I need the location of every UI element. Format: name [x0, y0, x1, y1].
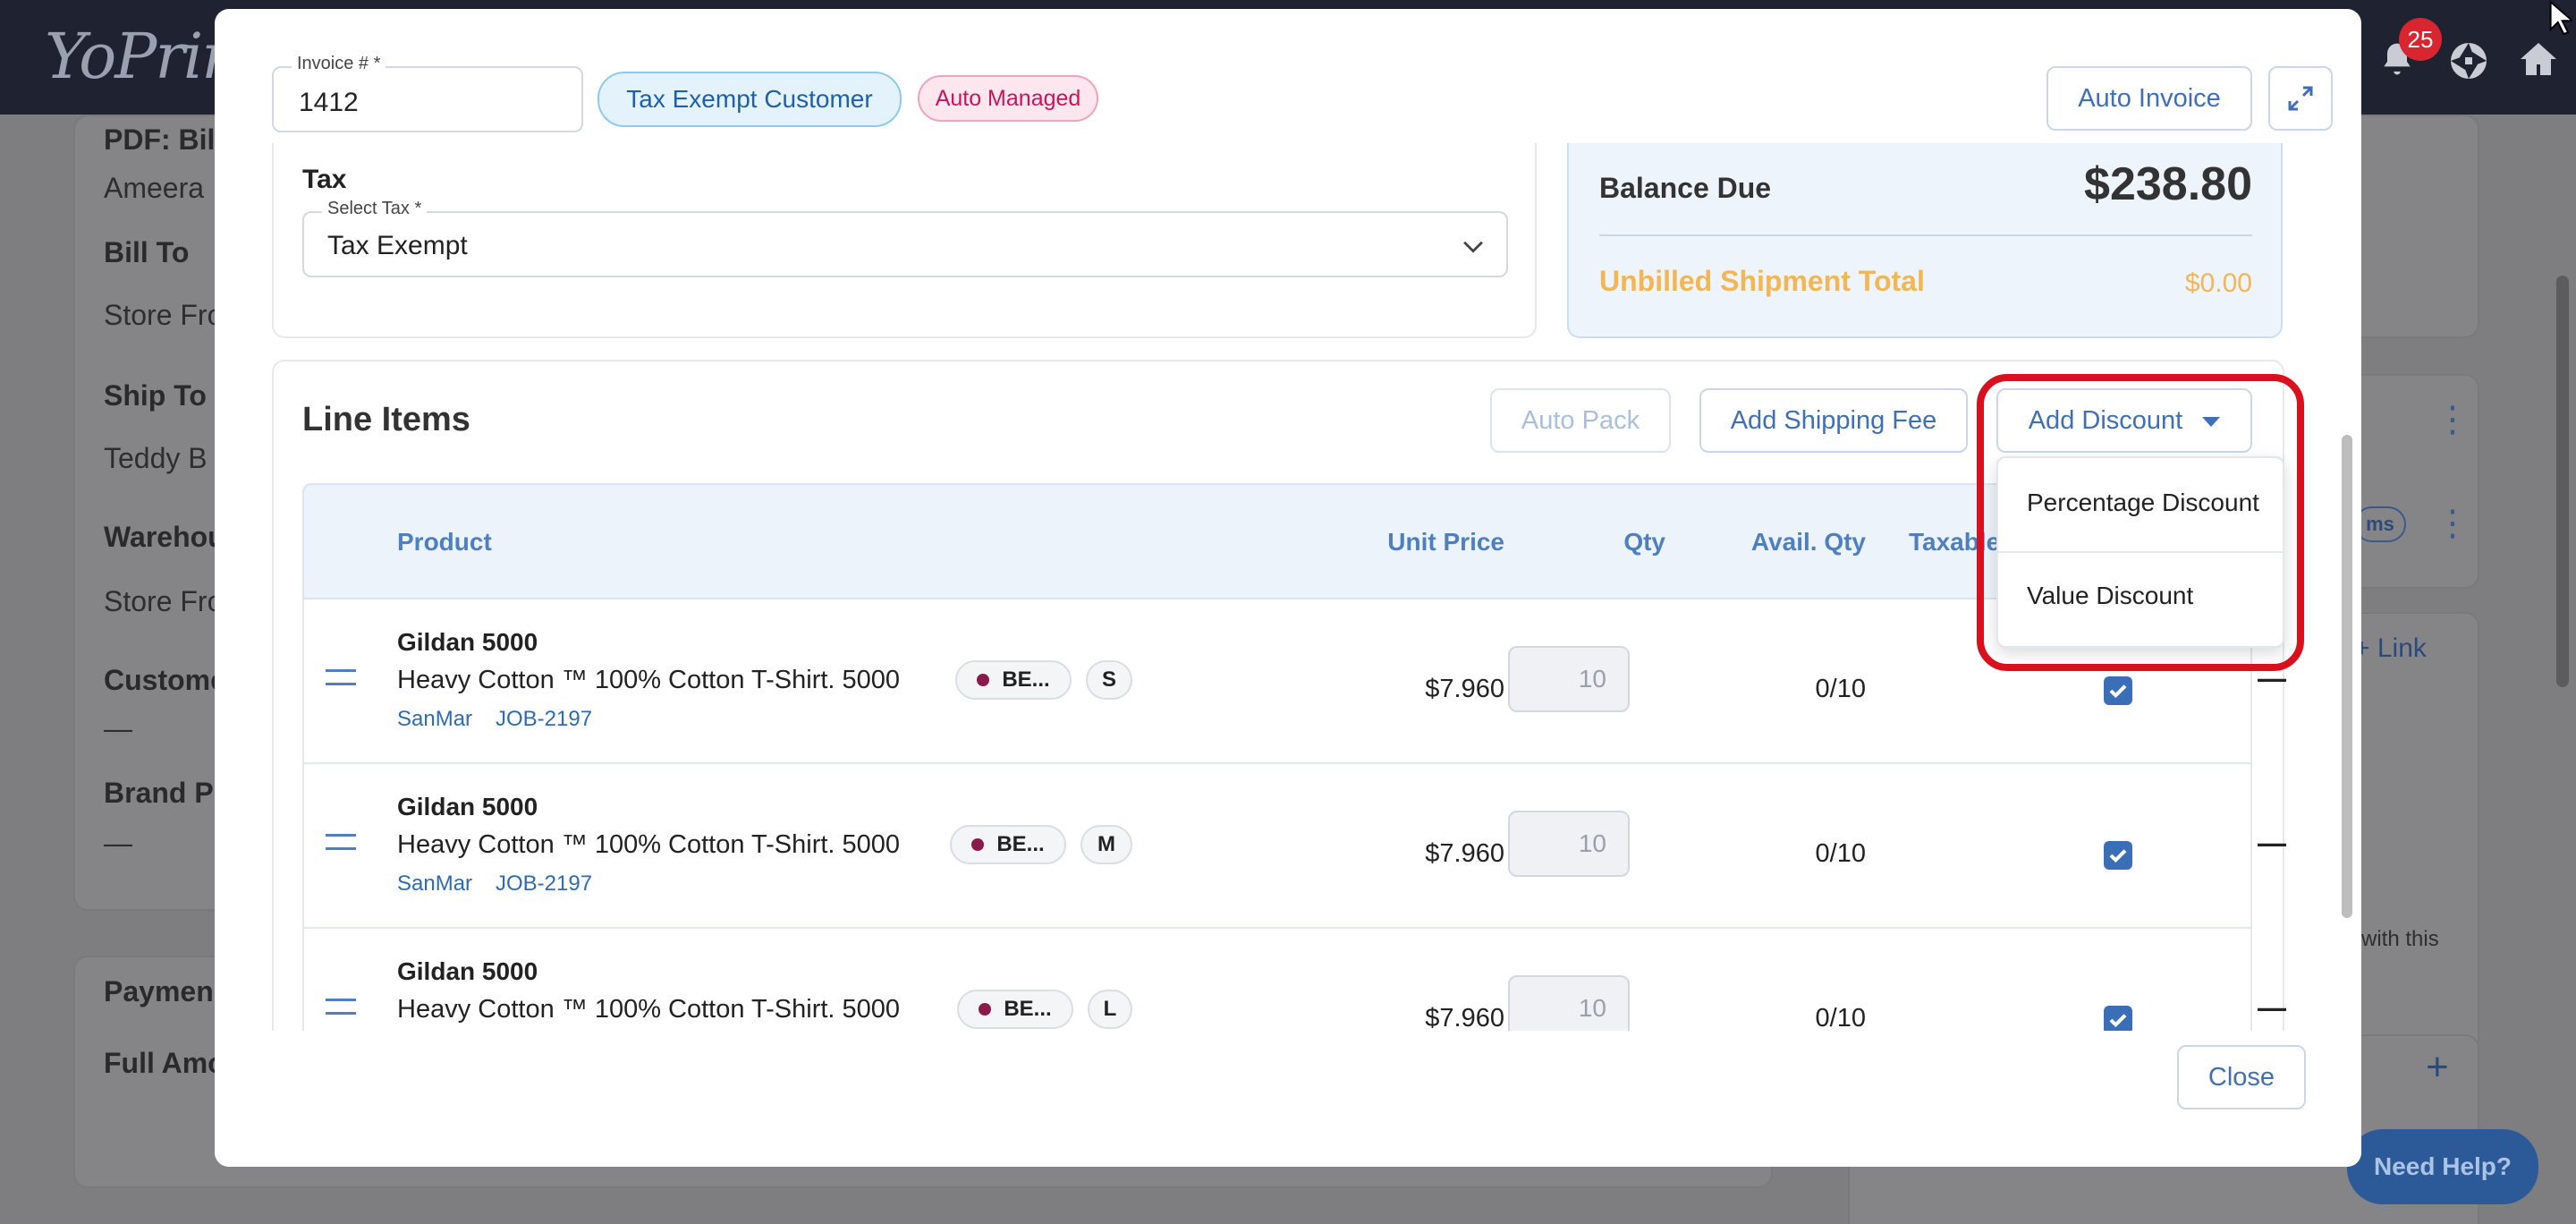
bg-label: Bill To — [104, 236, 190, 268]
expand-icon — [2288, 86, 2313, 111]
modal-scrollbar-thumb[interactable] — [2342, 435, 2352, 918]
bg-label: PDF: Bill — [104, 123, 224, 156]
column-header-qty[interactable]: Qty — [1583, 528, 1665, 557]
size-chip: M — [1080, 825, 1132, 864]
bg-link[interactable]: + Link — [2354, 633, 2427, 664]
highlight-annotation — [1977, 374, 2304, 671]
bg-value: Ameera — [104, 172, 205, 204]
color-dot-icon — [979, 1003, 992, 1016]
drag-handle-icon[interactable] — [326, 834, 356, 850]
bg-value: — — [104, 827, 132, 859]
color-chip-label: BE... — [996, 832, 1045, 856]
product-description: Heavy Cotton ™ 100% Cotton T-Shirt. 5000 — [397, 995, 901, 1024]
aperture-icon[interactable] — [2447, 39, 2490, 82]
bg-label: Warehou — [104, 521, 225, 553]
color-chip-label: BE... — [1004, 997, 1052, 1021]
mouse-cursor-icon — [2549, 0, 2572, 36]
unit-price: $7.960 — [1425, 1004, 1504, 1033]
vendor-link[interactable]: SanMar — [397, 871, 472, 897]
bg-value: Store Fro — [104, 585, 224, 617]
kebab-icon[interactable]: ⋮ — [2435, 399, 2470, 440]
column-header-product[interactable]: Product — [397, 528, 492, 557]
tax-exempt-badge: Tax Exempt Customer — [597, 72, 902, 127]
color-dot-icon — [971, 838, 985, 851]
bg-tag: ms — [2354, 506, 2406, 542]
chevron-down-icon — [1463, 241, 1483, 253]
color-chip-label: BE... — [1002, 667, 1050, 692]
drag-handle-icon[interactable] — [326, 669, 356, 685]
job-link[interactable]: JOB-2197 — [496, 707, 592, 732]
bg-label: Paymen — [104, 975, 214, 1007]
unit-price: $7.960 — [1425, 839, 1504, 868]
auto-managed-badge: Auto Managed — [918, 75, 1098, 122]
bg-label: Full Amo — [104, 1047, 225, 1079]
dash-value: — — [2258, 827, 2286, 859]
balance-due-label: Balance Due — [1599, 172, 1772, 204]
avail-qty: 0/10 — [1815, 839, 1866, 868]
bg-label: Custome — [104, 664, 226, 696]
product-description: Heavy Cotton ™ 100% Cotton T-Shirt. 5000 — [397, 666, 901, 694]
taxable-checkbox[interactable] — [2104, 676, 2132, 705]
modal-footer — [215, 1031, 2361, 1167]
close-button[interactable]: Close — [2177, 1045, 2306, 1109]
product-title: Gildan 5000 — [397, 628, 538, 656]
product-title: Gildan 5000 — [397, 957, 538, 985]
need-help-button[interactable]: Need Help? — [2347, 1129, 2538, 1204]
scrollbar-thumb[interactable] — [2556, 276, 2569, 687]
bg-label: Brand Pr — [104, 777, 225, 809]
invoice-modal: 1412 Invoice # * Tax Exempt Customer Aut… — [215, 9, 2361, 1167]
color-chip: BE... — [955, 660, 1072, 700]
column-header-avail-qty[interactable]: Avail. Qty — [1687, 528, 1866, 557]
size-chip: L — [1088, 990, 1132, 1029]
avail-qty: 0/10 — [1815, 675, 1866, 703]
invoice-number-field[interactable]: 1412 — [272, 66, 583, 132]
color-dot-icon — [977, 674, 990, 686]
select-tax-label: Select Tax * — [322, 199, 428, 219]
auto-pack-button[interactable]: Auto Pack — [1490, 388, 1671, 453]
qty-input[interactable]: 10 — [1508, 811, 1630, 877]
select-tax-value: Tax Exempt — [327, 231, 468, 260]
line-items-title: Line Items — [302, 401, 470, 438]
bg-text: with this — [2361, 927, 2439, 951]
add-shipping-fee-button[interactable]: Add Shipping Fee — [1699, 388, 1968, 453]
kebab-icon[interactable]: ⋮ — [2435, 503, 2470, 544]
add-icon[interactable]: + — [2426, 1045, 2449, 1090]
invoice-number-value: 1412 — [299, 88, 359, 117]
color-chip: BE... — [950, 825, 1066, 864]
column-header-unit-price[interactable]: Unit Price — [1343, 528, 1504, 557]
home-icon[interactable] — [2517, 38, 2560, 81]
balance-due-value: $238.80 — [2084, 158, 2252, 210]
bg-value: Teddy B — [104, 442, 208, 474]
product-title: Gildan 5000 — [397, 793, 538, 820]
avail-qty: 0/10 — [1815, 1004, 1866, 1033]
bg-label: Ship To — [104, 379, 207, 412]
unit-price: $7.960 — [1425, 675, 1504, 703]
checkmark-icon — [2109, 849, 2127, 863]
select-tax-dropdown[interactable]: Tax Exempt — [302, 211, 1508, 277]
qty-input[interactable]: 10 — [1508, 646, 1630, 712]
auto-invoice-button[interactable]: Auto Invoice — [2046, 66, 2252, 131]
product-description: Heavy Cotton ™ 100% Cotton T-Shirt. 5000 — [397, 830, 901, 859]
size-chip: S — [1086, 660, 1132, 700]
invoice-number-label: Invoice # * — [292, 54, 386, 74]
drag-handle-icon[interactable] — [326, 999, 356, 1015]
notification-count-badge: 25 — [2399, 18, 2442, 61]
unbilled-shipment-value: $0.00 — [2184, 268, 2252, 298]
expand-button[interactable] — [2268, 66, 2333, 131]
unbilled-shipment-label: Unbilled Shipment Total — [1599, 265, 1925, 297]
vendor-link[interactable]: SanMar — [397, 707, 472, 732]
tax-section-title: Tax — [302, 165, 347, 194]
taxable-checkbox[interactable] — [2104, 841, 2132, 870]
balance-divider — [1599, 234, 2252, 236]
job-link[interactable]: JOB-2197 — [496, 871, 592, 897]
dash-value: — — [2258, 991, 2286, 1024]
bg-link-text: Link — [2377, 633, 2427, 663]
color-chip: BE... — [957, 990, 1073, 1029]
bg-value: Store Fro — [104, 299, 224, 331]
bg-value: — — [104, 712, 132, 744]
checkmark-icon — [2109, 684, 2127, 699]
